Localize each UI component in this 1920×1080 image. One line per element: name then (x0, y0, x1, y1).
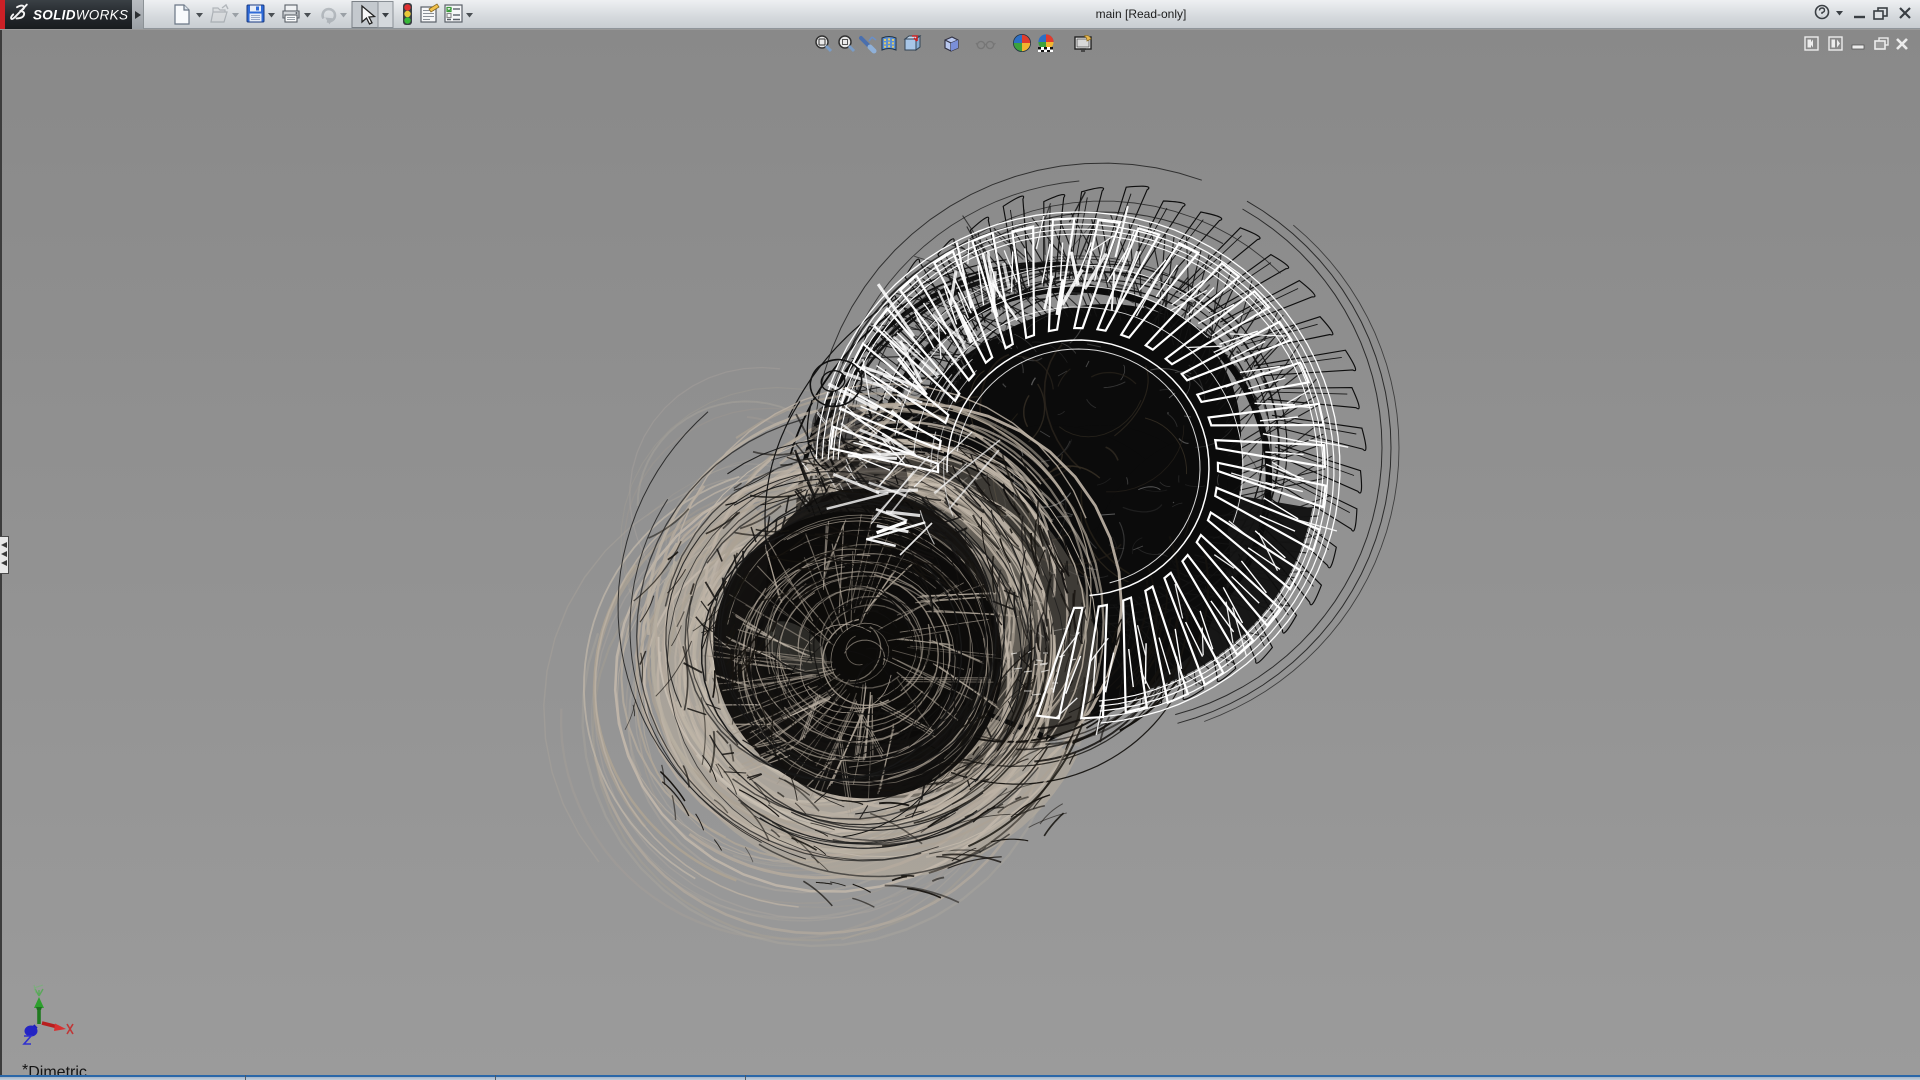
svg-text:SOLIDWORKS: SOLIDWORKS (33, 8, 128, 23)
